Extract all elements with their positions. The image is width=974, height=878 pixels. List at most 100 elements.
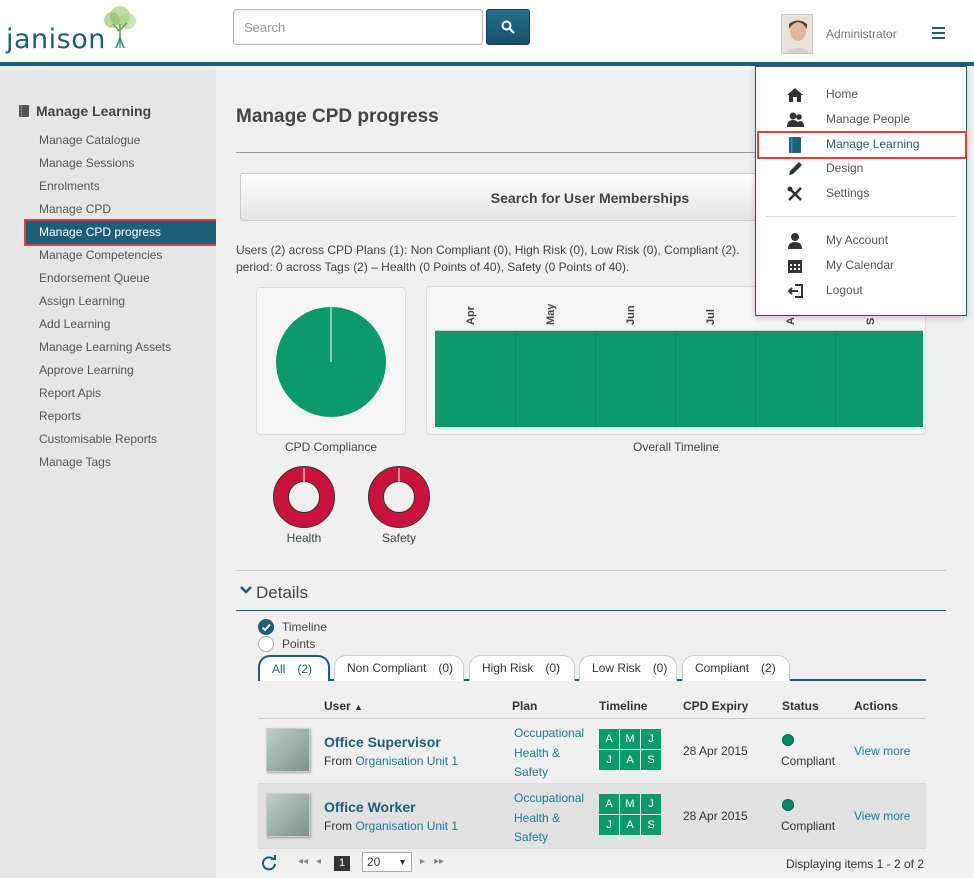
cpd-compliance-chart[interactable] [256,287,406,435]
sidebar-nav: Manage Catalogue Manage Sessions Enrolme… [24,129,224,474]
menu-item-manage-people[interactable]: Manage People [756,108,966,132]
column-cpd-expiry[interactable]: CPD Expiry [683,699,748,713]
page-size-select[interactable]: 20 ▼ [362,852,412,872]
menu-item-settings[interactable]: Settings [756,182,966,206]
column-user[interactable]: User ▲ [324,699,363,713]
column-timeline[interactable]: Timeline [599,699,647,713]
sidebar-item-manage-tags[interactable]: Manage Tags [26,451,222,474]
page-size-value: 20 [367,855,381,869]
menu-item-logout[interactable]: Logout [756,279,966,303]
plan-link[interactable]: Occupational Health & Safety [514,724,594,783]
first-page-icon[interactable]: ◂◂ [298,856,308,867]
hamburger-menu-icon[interactable] [926,24,950,46]
timeline-month: May [545,303,557,325]
org-unit-link[interactable]: Organisation Unit 1 [355,819,458,833]
view-more-link[interactable]: View more [854,744,910,758]
sidebar-item-manage-catalogue[interactable]: Manage Catalogue [26,129,222,152]
timeline-radio[interactable] [258,619,274,635]
menu-item-home[interactable]: Home [756,83,966,107]
timeline-month: Jun [625,305,637,325]
pager: ◂◂ ◂ 1 20 ▼ ▸ ▸▸ Displaying items 1 - 2 … [258,852,926,874]
user-org: From Organisation Unit 1 [324,754,458,768]
details-section-header[interactable]: Details [236,570,946,611]
tab-all[interactable]: All (2) [258,655,330,681]
status-text: Compliant [781,754,836,768]
tab-low-risk[interactable]: Low Risk (0) [579,655,677,681]
column-plan[interactable]: Plan [512,699,537,713]
timeline-cell: M [620,729,640,749]
health-caption: Health [286,531,322,545]
search-button[interactable] [486,9,530,45]
menu-item-design[interactable]: Design [756,157,966,181]
sort-asc-icon: ▲ [354,702,363,712]
sidebar-item-reports[interactable]: Reports [26,405,222,428]
tab-high-risk[interactable]: High Risk (0) [469,655,575,681]
tools-icon [787,186,802,201]
sidebar-item-add-learning[interactable]: Add Learning [26,313,222,336]
option-timeline[interactable]: Timeline [258,619,327,635]
next-page-icon[interactable]: ▸ [420,856,425,867]
sidebar-title: Manage Learning [18,103,151,119]
cpd-expiry: 28 Apr 2015 [683,744,748,758]
sidebar-item-manage-competencies[interactable]: Manage Competencies [26,244,222,267]
timeline-grid: A M J J A S [599,794,661,836]
tab-compliant[interactable]: Compliant (2) [682,655,790,681]
sidebar-item-manage-cpd-progress[interactable]: Manage CPD progress [24,219,224,246]
column-status[interactable]: Status [782,699,819,713]
points-radio[interactable] [258,636,274,652]
menu-item-label: My Calendar [826,258,895,272]
timeline-cell: A [599,794,619,814]
refresh-icon[interactable] [260,854,278,872]
summary-line-1: Users (2) across CPD Plans (1): Non Comp… [236,243,740,257]
plan-line: Health & [514,745,561,760]
user-name-link[interactable]: Office Worker [324,799,416,815]
timeline-cell: J [599,815,619,835]
sidebar-item-manage-sessions[interactable]: Manage Sessions [26,152,222,175]
current-page-number[interactable]: 1 [334,856,350,871]
sidebar-item-report-apis[interactable]: Report Apis [26,382,222,405]
tab-non-compliant[interactable]: Non Compliant (0) [334,655,464,681]
menu-item-label: Logout [826,283,863,297]
menu-item-manage-learning[interactable]: Manage Learning [757,131,967,159]
timeline-cell: J [641,794,661,814]
chevron-down-icon[interactable] [240,585,252,595]
org-unit-link[interactable]: Organisation Unit 1 [355,754,458,768]
option-points[interactable]: Points [258,636,315,652]
safety-donut-chart[interactable] [368,466,430,528]
health-donut-chart[interactable] [273,466,335,528]
last-page-icon[interactable]: ▸▸ [434,856,444,867]
sidebar-item-manage-learning-assets[interactable]: Manage Learning Assets [26,336,222,359]
sidebar-item-customisable-reports[interactable]: Customisable Reports [26,428,222,451]
timeline-cell: A [620,750,640,770]
admin-avatar[interactable] [781,14,813,54]
view-more-link[interactable]: View more [854,809,910,823]
user-name-link[interactable]: Office Supervisor [324,734,441,750]
menu-item-my-account[interactable]: My Account [756,229,966,253]
admin-name[interactable]: Administrator [826,27,897,41]
title-divider [236,152,756,153]
menu-item-my-calendar[interactable]: My Calendar [756,254,966,278]
timeline-month: Apr [465,306,477,325]
status-filter-tabs: All (2) Non Compliant (0) High Risk (0) Low… [258,655,926,681]
timeline-cell: J [599,750,619,770]
sidebar-item-manage-cpd[interactable]: Manage CPD [26,198,222,221]
timeline-cell: M [620,794,640,814]
janison-logo[interactable]: janison [6,4,136,60]
sidebar-item-approve-learning[interactable]: Approve Learning [26,359,222,382]
plan-link[interactable]: Occupational Health & Safety [514,789,594,848]
column-actions: Actions [854,699,899,713]
timeline-cell: J [641,729,661,749]
table-row[interactable]: Office Supervisor From Organisation Unit… [258,719,926,784]
summary-line-2: period: 0 across Tags (2) – Health (0 Po… [236,260,630,274]
logo-text: janison [6,24,106,55]
user-org: From Organisation Unit 1 [324,819,458,833]
sidebar-item-assign-learning[interactable]: Assign Learning [26,290,222,313]
sidebar-item-enrolments[interactable]: Enrolments [26,175,222,198]
search-input[interactable] [233,9,483,45]
timeline-cell: S [641,815,661,835]
plan-line: Safety [514,830,549,844]
prev-page-icon[interactable]: ◂ [316,856,321,867]
table-row[interactable]: Office Worker From Organisation Unit 1 O… [258,784,926,849]
sidebar-item-endorsement-queue[interactable]: Endorsement Queue [26,267,222,290]
tab-count: (0) [652,661,668,675]
